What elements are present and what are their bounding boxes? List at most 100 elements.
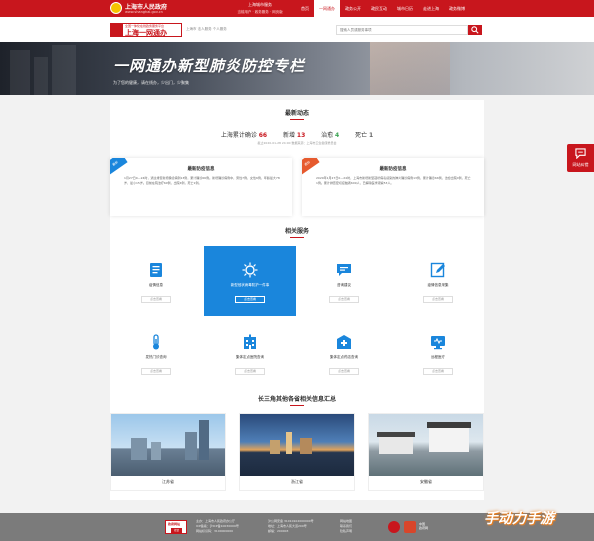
service-label: 疫情信息采集 [427,283,449,287]
feedback-label: 网站纠错 [572,162,589,167]
service-protection[interactable]: 新型冠状病毒防护一件事 点击查看 [204,246,296,316]
region-card-zhejiang[interactable]: 浙江省 [239,413,355,491]
service-label: 集体定点药店查询 [330,355,358,359]
service-remote-medical[interactable]: 远程医疗 点击查看 [392,318,484,388]
stat-cured-label: 治愈 [321,132,334,139]
service-label: 集体定点医院查询 [236,355,264,359]
title-underline [290,405,304,406]
footer-col-1: 主办：上海市人民政府办公厅 ICP备案：沪ICP备10030000号 网站标识码… [196,519,239,534]
search-input[interactable] [336,25,468,35]
services-section-title-text: 相关服务 [284,228,309,235]
stat-new-label: 新增 [282,132,295,139]
footer-col-2: 沪公网安备 31010102000000号 地址：上海市人民大道200号 邮编：… [268,519,314,534]
hero-building-shape [10,50,30,95]
service-go-button[interactable]: 点击查看 [329,296,359,303]
brand-logo-mark [111,24,123,36]
footer-text: 邮编：200003 [268,529,289,533]
footer-logo-bottom: 找错 [171,528,182,533]
police-emblem-icon[interactable] [388,521,400,533]
service-go-button[interactable]: 点击查看 [235,368,265,375]
hero-hand-image [370,42,450,95]
hero-building-shape [52,45,76,95]
latest-section-title: 最新动态 [110,108,484,120]
service-consult[interactable]: 咨询建议 点击查看 [298,246,390,316]
service-label: 远程医疗 [431,355,445,359]
edit-form-icon [430,262,445,278]
footer-gov-site-logo[interactable]: 政府网站 找错 [165,520,187,534]
region-card-anhui[interactable]: 安徽省 [368,413,484,491]
stat-confirmed-value: 66 [258,132,268,139]
top-middle-title: 上海城市服务 [248,2,272,7]
top-middle-info: 上海城市服务 当前用户 · 政务服务 · 网页版 [225,2,295,15]
government-emblem-icon[interactable] [110,2,122,14]
footer-text: 政府网 [419,526,429,530]
nav-calendar[interactable]: 城市日历 [392,0,418,17]
footer-emblem-text: 中国 政府网 [419,522,428,530]
china-gov-emblem-icon[interactable] [404,521,416,533]
brand-name: 上海一网通办 [125,29,167,37]
region-card-jiangsu[interactable]: 江苏省 [110,413,226,491]
footer-col-3: 网站地图 联系我们 隐私声明 [340,519,352,534]
card-body: 2020年1月27日0—24时，上海市新增新型冠状病毒感染的肺炎确诊病例13例，… [316,176,471,185]
nav-gov-open[interactable]: 政务公开 [340,0,366,17]
hero-title: 一网通办新型肺炎防控专栏 [113,57,306,75]
stat-cured-value: 4 [335,132,340,139]
card-title: 最新防疫信息 [379,167,407,172]
service-go-button[interactable]: 点击查看 [235,296,265,303]
hero-banner: 一网通办新型肺炎防控专栏 为了您的健康，请在线办，少出门，少聚集 [0,42,594,95]
service-go-button[interactable]: 点击查看 [141,296,171,303]
service-go-button[interactable]: 点击查看 [329,368,359,375]
stats-row: 上海累计确诊 66 新增 13 治愈 4 死亡 1 [110,130,484,139]
brand-logo[interactable]: 全国一体化在线政务服务平台 上海一网通办 [110,23,182,37]
nav-weibo[interactable]: 政务微博 [444,0,470,17]
nav-home[interactable]: 首页 [296,0,314,17]
service-go-button[interactable]: 点击查看 [141,368,171,375]
service-go-button[interactable]: 点击查看 [423,296,453,303]
feedback-button[interactable]: 网站纠错 [567,144,594,172]
stat-new-value: 13 [296,132,306,139]
gov-site-url: www.shanghai.gov.cn [125,10,163,14]
service-go-button[interactable]: 点击查看 [423,368,453,375]
footer-logo-top: 政府网站 [168,522,181,526]
service-pharmacy[interactable]: 集体定点药店查询 点击查看 [298,318,390,388]
search-icon [471,26,479,34]
nav-about-shanghai[interactable]: 走进上海 [418,0,444,17]
document-list-icon [150,263,162,277]
chat-icon [337,264,351,276]
main-content: 最新动态 上海累计确诊 66 新增 13 治愈 4 死亡 1 截止2020-01… [110,100,484,500]
nav-one-stop[interactable]: 一网通办 [314,0,340,17]
stats-date: 截止2020-01-28 24:00 数据来源：上海市卫生健康委员会 [257,141,337,145]
region-photo-anhui [369,414,483,476]
service-label: 疫情信息 [149,283,163,287]
stat-death-label: 死亡 [355,132,368,139]
chat-bubble-icon [575,148,586,159]
monitor-icon [431,336,445,350]
hospital-building-icon [244,334,256,349]
top-bar: 上海市人民政府 www.shanghai.gov.cn 上海城市服务 当前用户 … [0,0,594,17]
top-middle-sub: 当前用户 · 政务服务 · 网页版 [237,10,283,14]
regions-section-title-text: 长三角其他各省相关信息汇总 [257,396,336,403]
service-info-collect[interactable]: 疫情信息采集 点击查看 [392,246,484,316]
title-underline [290,119,304,120]
nav-interaction[interactable]: 政民互动 [366,0,392,17]
service-label: 新型冠状病毒防护一件事 [230,283,270,287]
thermometer-icon [153,334,159,350]
service-epidemic-info[interactable]: 疫情信息 点击查看 [110,246,202,316]
info-card-right[interactable]: 通知 最新防疫信息 2020年1月27日0—24时，上海市新增新型冠状病毒感染的… [302,158,484,216]
region-name: 江苏省 [162,479,174,484]
pharmacy-icon [337,335,351,349]
stat-death-value: 1 [369,132,374,139]
card-title: 最新防疫信息 [187,167,215,172]
location-switcher[interactable]: 上海市 法人服务 个人服务 [186,27,227,32]
info-card-left[interactable]: 最新 最新防疫信息 1月27日0—24时，通过排查新增确诊病例13例，累计确诊6… [110,158,292,216]
service-hospital[interactable]: 集体定点医院查询 点击查看 [204,318,296,388]
hero-subtitle: 为了您的健康，请在线办，少出门，少聚集 [113,80,189,85]
region-name: 浙江省 [291,479,303,484]
latest-section-title-text: 最新动态 [284,110,309,117]
footer-link[interactable]: 隐私声明 [340,529,352,534]
region-name: 安徽省 [420,479,432,484]
service-fever-clinic[interactable]: 发热门诊查询 点击查看 [110,318,202,388]
region-photo-zhejiang [240,414,354,476]
top-nav: 首页 一网通办 政务公开 政民互动 城市日历 走进上海 政务微博 [296,0,470,17]
search-button[interactable] [468,25,482,35]
